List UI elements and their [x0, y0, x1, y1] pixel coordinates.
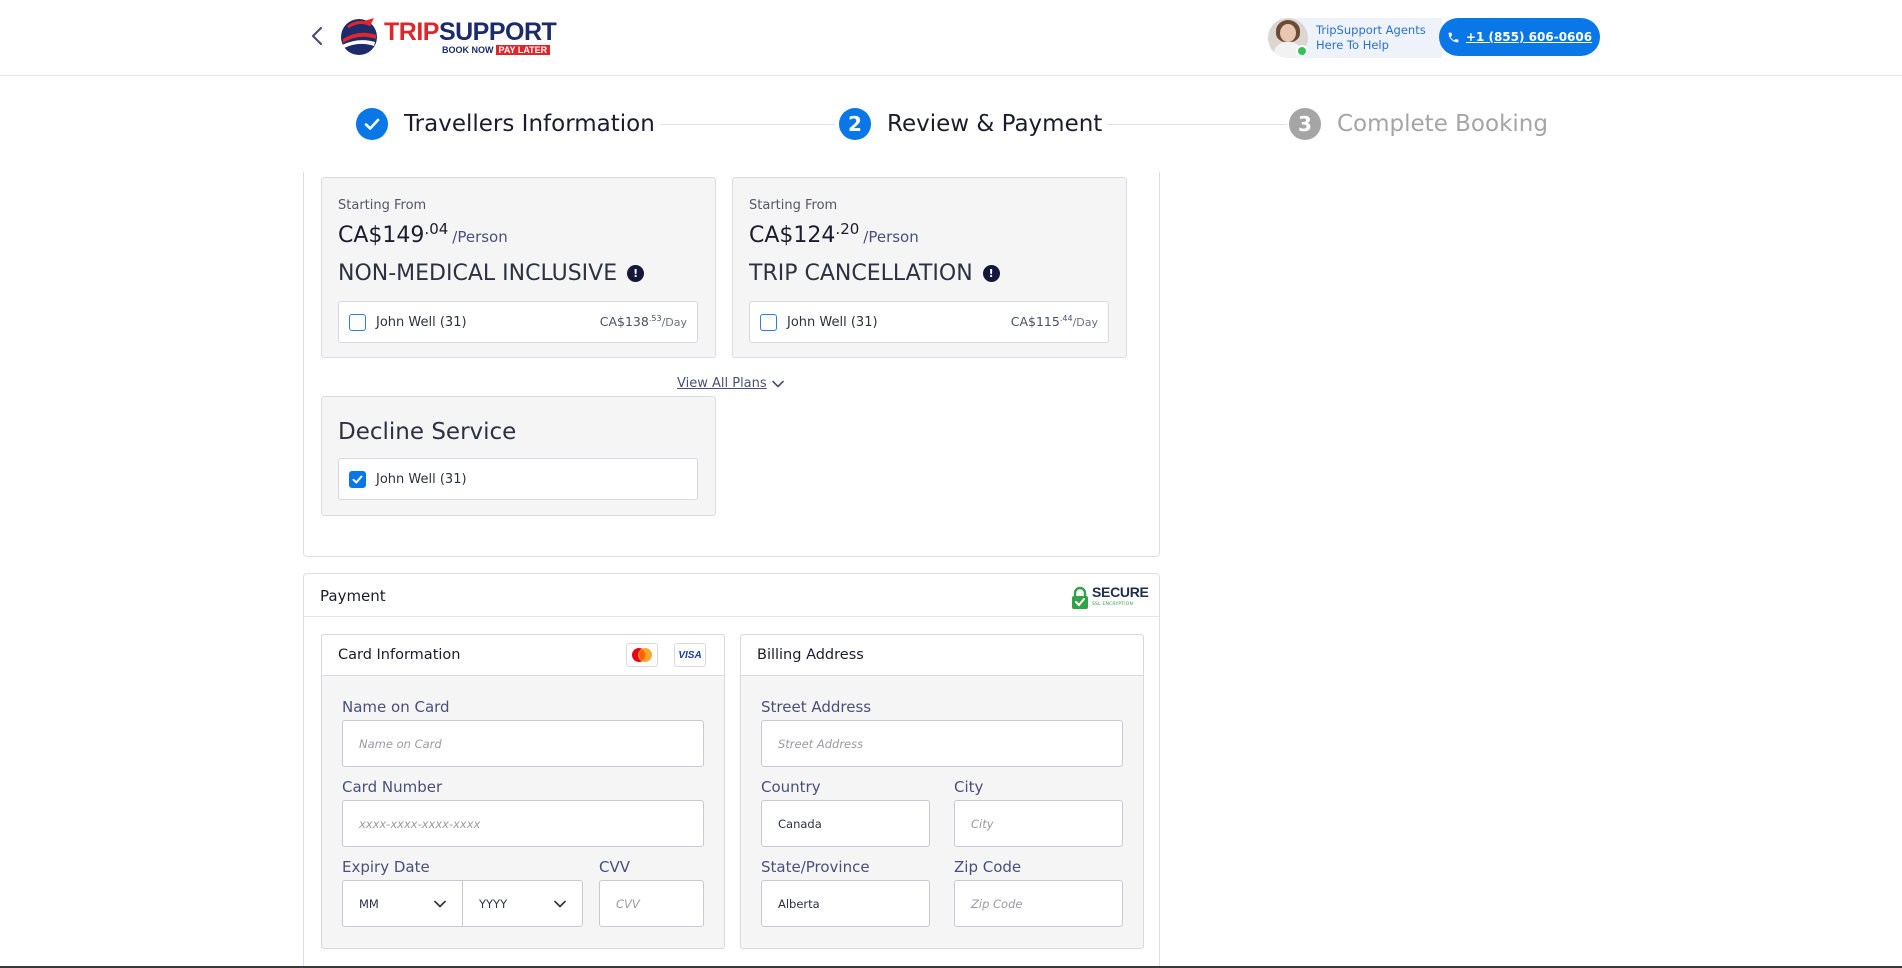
- logo-tagline-paylater: PAY LATER: [495, 45, 551, 55]
- plan-name: TRIP CANCELLATION !: [749, 261, 1000, 286]
- chevron-down-icon: [554, 900, 566, 907]
- plan-traveller-row[interactable]: John Well (31) CA$138.53/Day: [338, 301, 698, 343]
- street-address-input[interactable]: Street Address: [761, 720, 1123, 767]
- back-chevron-icon[interactable]: [308, 24, 328, 48]
- plan-name-text: NON-MEDICAL INCLUSIVE: [338, 261, 618, 286]
- traveller-name: John Well (31): [376, 471, 467, 487]
- secure-badge-text: SECURE: [1092, 584, 1149, 600]
- plan-price: CA$149.04/Person: [338, 220, 508, 248]
- payment-divider: [304, 616, 1159, 617]
- info-icon[interactable]: !: [982, 265, 1000, 282]
- zip-code-input[interactable]: Zip Code: [954, 880, 1123, 927]
- logo-tagline: BOOK NOW PAY LATER: [442, 45, 551, 55]
- plan-card-trip-cancellation: Starting From CA$124.20/Person TRIP CANC…: [732, 177, 1127, 358]
- top-header: TRIPSUPPORT BOOK NOW PAY LATER TripSuppor…: [0, 0, 1902, 76]
- state-province-input[interactable]: Alberta: [761, 880, 930, 927]
- decline-checkbox-checked[interactable]: [349, 470, 366, 488]
- cvv-input[interactable]: CVV: [599, 880, 704, 927]
- view-all-plans-link[interactable]: View All Plans: [677, 376, 784, 391]
- secure-badge-subtext: SSL ENCRYPTION: [1092, 602, 1134, 607]
- name-on-card-label: Name on Card: [342, 698, 450, 716]
- plan-price: CA$124.20/Person: [749, 220, 919, 248]
- insurance-plans-card: Starting From CA$149.04/Person NON-MEDIC…: [303, 172, 1160, 557]
- logo-word-trip: TRIP: [384, 18, 439, 46]
- view-all-plans-text: View All Plans: [677, 376, 767, 391]
- logo-wordmark: TRIPSUPPORT: [384, 18, 557, 47]
- step-check-icon: [356, 108, 388, 140]
- expiry-year-select[interactable]: YYYY: [462, 880, 583, 927]
- agents-text-line2: Here To Help: [1316, 38, 1389, 52]
- decline-service-title: Decline Service: [338, 419, 517, 445]
- checkout-stepper: Travellers Information 2 Review & Paymen…: [0, 76, 1902, 172]
- agents-help-text: TripSupport Agents Here To Help: [1316, 23, 1426, 53]
- billing-address-header: Billing Address: [741, 635, 1143, 676]
- billing-address-panel: Billing Address Street Address Street Ad…: [740, 634, 1144, 949]
- card-information-header: Card Information VISA: [322, 635, 724, 676]
- card-number-input[interactable]: xxxx-xxxx-xxxx-xxxx: [342, 800, 704, 847]
- step-complete-booking: 3 Complete Booking: [1289, 108, 1548, 140]
- step-number-2: 2: [839, 108, 871, 140]
- stepper-connector-1: [660, 124, 835, 125]
- street-address-label: Street Address: [761, 698, 872, 716]
- card-information-panel: Card Information VISA Name on Card Name …: [321, 634, 725, 949]
- expiry-month-select[interactable]: MM: [342, 880, 463, 927]
- card-information-title: Card Information: [338, 647, 461, 663]
- zip-code-label: Zip Code: [954, 858, 1022, 876]
- step-number-3: 3: [1289, 108, 1321, 140]
- phone-number-link[interactable]: +1 (855) 606-0606: [1466, 30, 1592, 44]
- billing-address-title: Billing Address: [757, 647, 864, 663]
- plan-starting-label: Starting From: [338, 198, 427, 213]
- country-label: Country: [761, 778, 821, 796]
- country-input[interactable]: Canada: [761, 800, 930, 847]
- logo-word-support: SUPPORT: [438, 18, 557, 46]
- chevron-down-icon: [771, 380, 784, 387]
- plan-name-text: TRIP CANCELLATION: [749, 261, 973, 286]
- plan-name: NON-MEDICAL INCLUSIVE !: [338, 261, 645, 286]
- mastercard-icon: [626, 643, 658, 667]
- payment-card: Payment SECURE SSL ENCRYPTION Card Infor…: [303, 573, 1160, 968]
- traveller-name: John Well (31): [787, 314, 878, 330]
- card-number-label: Card Number: [342, 778, 443, 796]
- expiry-date-label: Expiry Date: [342, 858, 430, 876]
- step-label-travellers: Travellers Information: [404, 111, 655, 137]
- agents-help-badge: TripSupport Agents Here To Help: [1268, 18, 1442, 58]
- info-icon[interactable]: !: [627, 265, 645, 282]
- payment-title: Payment: [320, 587, 386, 605]
- daily-rate: CA$138.53/Day: [599, 314, 687, 330]
- traveller-name: John Well (31): [376, 314, 467, 330]
- plan-starting-label: Starting From: [749, 198, 838, 213]
- chevron-down-icon: [434, 900, 446, 907]
- step-review-payment: 2 Review & Payment: [839, 108, 1102, 140]
- stepper-connector-2: [1107, 124, 1287, 125]
- step-travellers-information[interactable]: Travellers Information: [356, 108, 655, 140]
- padlock-icon: [1072, 586, 1088, 609]
- decline-service-card: Decline Service John Well (31): [321, 396, 716, 516]
- city-label: City: [954, 778, 984, 796]
- tripsupport-logo[interactable]: TRIPSUPPORT BOOK NOW PAY LATER: [338, 14, 557, 58]
- expiry-year-value: YYYY: [479, 896, 508, 911]
- logo-tagline-booknow: BOOK NOW: [442, 45, 494, 55]
- step-label-review: Review & Payment: [887, 111, 1103, 137]
- secure-ssl-badge: SECURE SSL ENCRYPTION: [1071, 584, 1149, 610]
- daily-rate: CA$115.44/Day: [1010, 314, 1098, 330]
- plan-card-non-medical: Starting From CA$149.04/Person NON-MEDIC…: [321, 177, 716, 358]
- traveller-checkbox[interactable]: [349, 313, 366, 331]
- plan-traveller-row[interactable]: John Well (31) CA$115.44/Day: [749, 301, 1109, 343]
- phone-icon: [1448, 32, 1459, 42]
- decline-traveller-row[interactable]: John Well (31): [338, 458, 698, 500]
- agent-online-dot: [1296, 45, 1308, 57]
- visa-icon: VISA: [674, 643, 706, 667]
- state-province-label: State/Province: [761, 858, 870, 876]
- globe-plane-logo-icon: [341, 18, 377, 55]
- name-on-card-input[interactable]: Name on Card: [342, 720, 704, 767]
- city-input[interactable]: City: [954, 800, 1123, 847]
- step-label-complete: Complete Booking: [1337, 111, 1548, 137]
- cvv-label: CVV: [599, 858, 630, 876]
- traveller-checkbox[interactable]: [760, 313, 777, 331]
- agents-text-line1: TripSupport Agents: [1316, 23, 1426, 37]
- call-phone-button[interactable]: +1 (855) 606-0606: [1439, 18, 1600, 56]
- expiry-month-value: MM: [359, 896, 379, 911]
